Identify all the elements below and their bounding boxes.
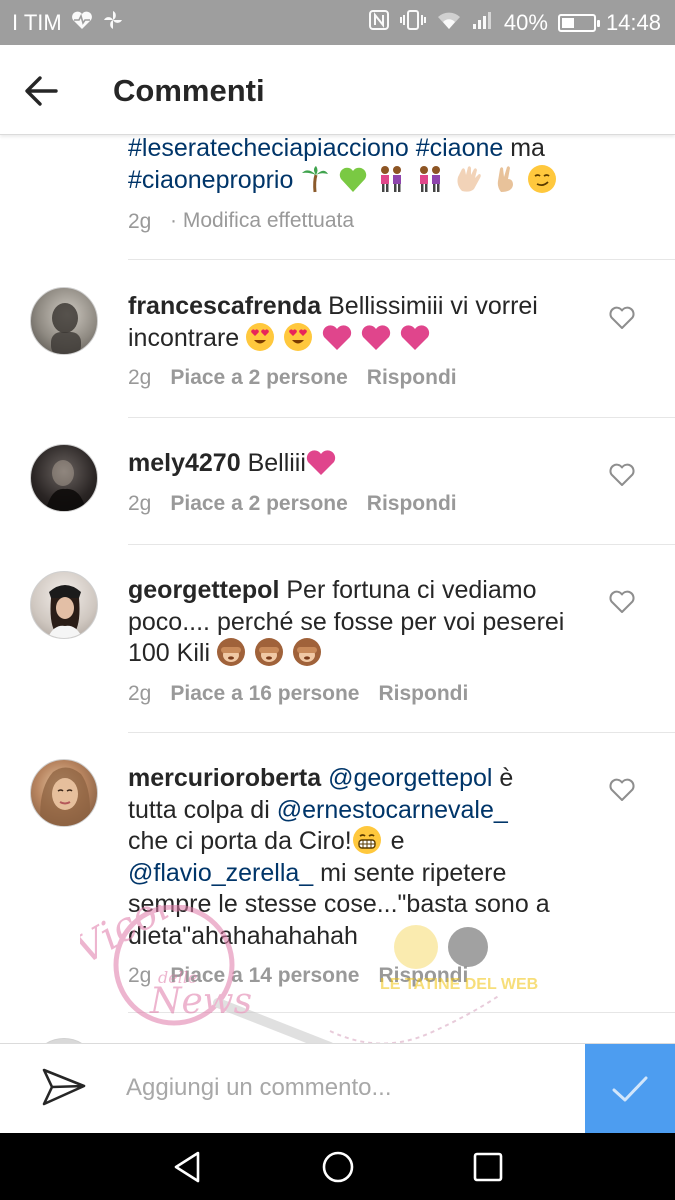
likes-count-link[interactable]: Piace a 14 persone — [170, 964, 359, 988]
comment-username[interactable]: georgettepol — [128, 576, 279, 604]
battery-percent: 40% — [503, 9, 548, 35]
divider — [128, 1012, 675, 1013]
comment-emojis — [246, 322, 432, 352]
caption-edited: · Modifica effettuata — [170, 209, 355, 232]
user-mention[interactable]: @flavio_zerella_ — [128, 859, 313, 887]
avatar[interactable] — [30, 759, 98, 827]
comment-input[interactable] — [126, 1068, 566, 1108]
reply-button[interactable]: Rispondi — [378, 682, 468, 706]
heartbeat-icon — [70, 9, 94, 37]
waving-hand-icon — [457, 165, 481, 192]
comment-composer — [0, 1043, 675, 1134]
see-no-evil-monkey-icon — [216, 638, 245, 666]
avatar[interactable] — [30, 287, 98, 355]
comment-item: mercurioroberta @georgettepol è tutta co… — [0, 757, 675, 1017]
comment-text: è — [492, 764, 514, 792]
comment-text: e — [383, 827, 405, 855]
comment-username[interactable]: mercurioroberta — [128, 764, 321, 792]
hashtag[interactable]: #ciaone — [416, 135, 504, 162]
paper-plane-icon[interactable] — [40, 1066, 88, 1110]
heart-eyes-icon — [284, 322, 313, 351]
grinning-face-icon — [352, 826, 381, 854]
user-mention[interactable]: @ernestocarnevale_ — [277, 796, 508, 824]
hashtag[interactable]: #leseratecheciapiacciono — [128, 135, 409, 162]
palm-tree-icon — [302, 165, 329, 192]
clock: 14:48 — [605, 9, 661, 35]
comment-username[interactable]: mely4270 — [128, 449, 241, 477]
divider — [128, 732, 675, 733]
avatar[interactable] — [30, 571, 98, 639]
vibrate-icon — [399, 9, 426, 37]
comment-item: mely4270 Belliii 2g Piace a 2 persone Ri… — [0, 442, 675, 542]
like-heart-icon[interactable] — [608, 462, 636, 488]
pink-heart-icon — [361, 324, 391, 350]
crossed-fingers-icon — [497, 165, 514, 192]
reply-button[interactable]: Rispondi — [367, 492, 457, 516]
pink-heart-icon — [322, 324, 352, 350]
likes-count-link[interactable]: Piace a 2 persone — [170, 492, 347, 516]
like-heart-icon[interactable] — [608, 777, 636, 803]
caption-text: ma — [503, 135, 545, 162]
comment-text: Belliii — [247, 449, 306, 477]
nav-recents-icon[interactable] — [470, 1149, 506, 1185]
divider — [128, 417, 675, 418]
comment-text: 100 Kili — [128, 639, 210, 667]
comment-item: francescafrenda Bellissimiii vi vorrei i… — [0, 285, 675, 415]
couple-women-icon — [420, 165, 441, 192]
post-comment-button[interactable] — [585, 1044, 675, 1134]
caption-emojis — [300, 164, 559, 194]
comment-emojis — [216, 638, 324, 667]
nfc-icon — [368, 9, 390, 37]
pink-heart-icon — [306, 450, 336, 475]
see-no-evil-monkey-icon — [292, 638, 321, 666]
comment-text: poco.... perché se fosse per voi peserei — [128, 607, 565, 636]
comment-time: 2g — [128, 964, 152, 987]
comment-text: Per fortuna ci vediamo — [286, 576, 537, 604]
nav-back-icon[interactable] — [170, 1149, 206, 1185]
smirk-face-icon — [528, 164, 557, 193]
nav-home-icon[interactable] — [320, 1149, 356, 1185]
likes-count-link[interactable]: Piace a 2 persone — [170, 366, 347, 390]
like-heart-icon[interactable] — [608, 589, 636, 615]
comment-time: 2g — [128, 681, 152, 705]
comment-time: 2g — [128, 366, 152, 389]
comment-text: sempre le stesse cose..."basta sono a — [128, 890, 550, 918]
status-bar: I TIM 40% 14:48 — [0, 0, 675, 45]
back-button[interactable] — [22, 71, 62, 111]
header: Commenti — [0, 45, 675, 135]
reply-button[interactable]: Rispondi — [378, 964, 468, 988]
reply-button[interactable]: Rispondi — [367, 366, 457, 390]
likes-count-link[interactable]: Piace a 16 persone — [170, 682, 359, 706]
comment-time: 2g — [128, 491, 152, 515]
pinwheel-icon — [102, 9, 124, 37]
comment-text: tutta colpa di — [128, 795, 277, 824]
carrier-label: I TIM — [12, 9, 62, 35]
signal-icon — [472, 9, 494, 37]
hashtag[interactable]: #ciaoneproprio — [128, 166, 293, 194]
heart-eyes-icon — [246, 322, 275, 351]
see-no-evil-monkey-icon — [254, 638, 283, 666]
checkmark-icon — [612, 1076, 648, 1102]
comment-text: dieta"ahahahahahah — [128, 921, 358, 950]
comment-time: 2g — [128, 210, 152, 233]
comment-username[interactable]: francescafrenda — [128, 292, 321, 320]
navigation-bar — [0, 1133, 675, 1200]
couple-women-icon — [381, 165, 402, 192]
green-heart-icon — [340, 167, 367, 192]
battery-icon — [557, 13, 600, 32]
comment-item: georgettepol Per fortuna ci vediamo poco… — [0, 569, 675, 729]
user-mention[interactable]: @georgettepol — [328, 764, 492, 792]
comments-list[interactable]: #leseratecheciapiacciono #ciaone ma #cia… — [0, 135, 675, 1043]
avatar[interactable] — [30, 444, 98, 512]
battery-level-fill — [561, 17, 574, 28]
pink-heart-icon — [400, 324, 430, 350]
arrow-left-icon — [25, 76, 58, 106]
comment-text: mi sente ripetere — [313, 858, 507, 887]
divider — [128, 544, 675, 545]
page-title: Commenti — [113, 73, 265, 108]
comment-text: che ci porta da Ciro! — [128, 827, 352, 855]
like-heart-icon[interactable] — [608, 305, 636, 331]
divider — [128, 259, 675, 260]
wifi-icon — [436, 9, 462, 37]
